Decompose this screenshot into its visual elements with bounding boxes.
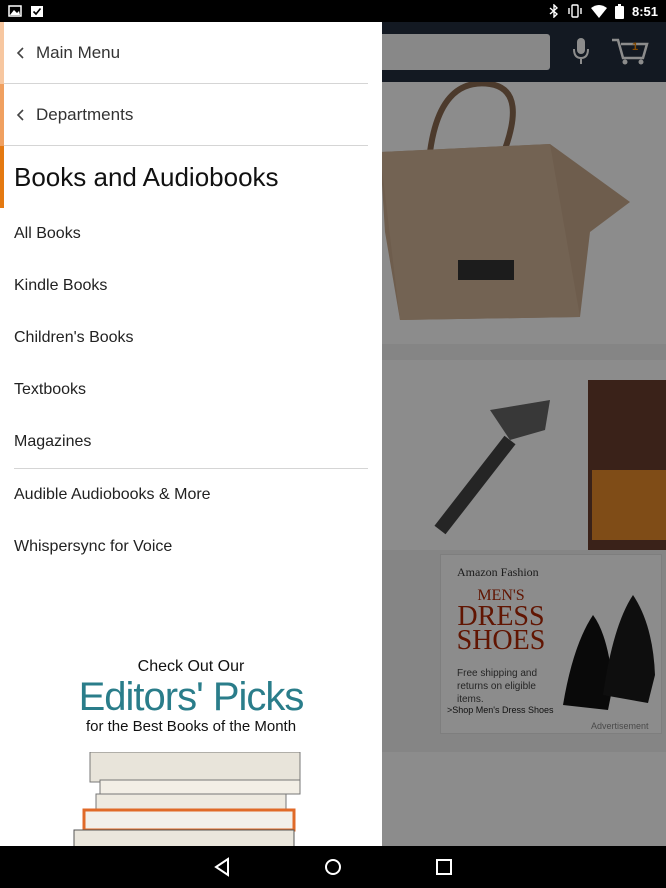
status-bar: 8:51 [0, 0, 666, 22]
menu-item-textbooks[interactable]: Textbooks [0, 364, 382, 416]
section-title-label: Books and Audiobooks [14, 161, 279, 192]
navigation-drawer: Main Menu Departments Books and Audioboo… [0, 22, 382, 846]
accent-bar [0, 22, 4, 84]
main-menu-label: Main Menu [36, 42, 121, 62]
menu-item-magazines[interactable]: Magazines [0, 416, 382, 468]
menu-item-kindle-books[interactable]: Kindle Books [0, 260, 382, 312]
home-icon[interactable] [322, 856, 344, 878]
menu-item-label: Children's Books [14, 329, 134, 346]
chevron-left-icon [16, 46, 24, 59]
menu-item-label: All Books [14, 225, 81, 242]
clock: 8:51 [631, 3, 658, 19]
back-icon[interactable] [211, 856, 233, 878]
accent-bar [0, 84, 4, 146]
menu-item-audible[interactable]: Audible Audiobooks & More [0, 469, 382, 521]
section-title: Books and Audiobooks [0, 146, 382, 208]
menu-item-label: Kindle Books [14, 277, 108, 294]
departments-back[interactable]: Departments [0, 84, 368, 146]
menu-item-label: Audible Audiobooks & More [14, 486, 211, 503]
system-nav-bar [0, 846, 666, 888]
battery-icon [614, 3, 624, 19]
menu-item-childrens-books[interactable]: Children's Books [0, 312, 382, 364]
vibrate-icon [568, 4, 582, 18]
menu-item-label: Textbooks [14, 381, 87, 398]
book-stack-image [73, 752, 301, 846]
recents-icon[interactable] [433, 856, 455, 878]
departments-label: Departments [36, 104, 134, 124]
chevron-left-icon [16, 108, 24, 121]
promo-line1: Check Out Our [137, 658, 245, 675]
menu-item-label: Whispersync for Voice [14, 538, 173, 555]
bluetooth-icon [549, 4, 558, 18]
image-icon [8, 5, 22, 17]
editors-picks-banner[interactable]: Check Out Our Editors' Picks for the Bes… [0, 658, 382, 735]
menu-item-all-books[interactable]: All Books [0, 208, 382, 260]
menu-item-whispersync[interactable]: Whispersync for Voice [0, 521, 382, 573]
promo-line3: for the Best Books of the Month [85, 718, 297, 735]
main-menu-back[interactable]: Main Menu [0, 22, 368, 84]
accent-bar [0, 146, 4, 208]
wifi-icon [590, 4, 607, 18]
promo-line2: Editors' Picks [78, 675, 305, 719]
download-done-icon [31, 6, 43, 17]
menu-item-label: Magazines [14, 433, 92, 450]
